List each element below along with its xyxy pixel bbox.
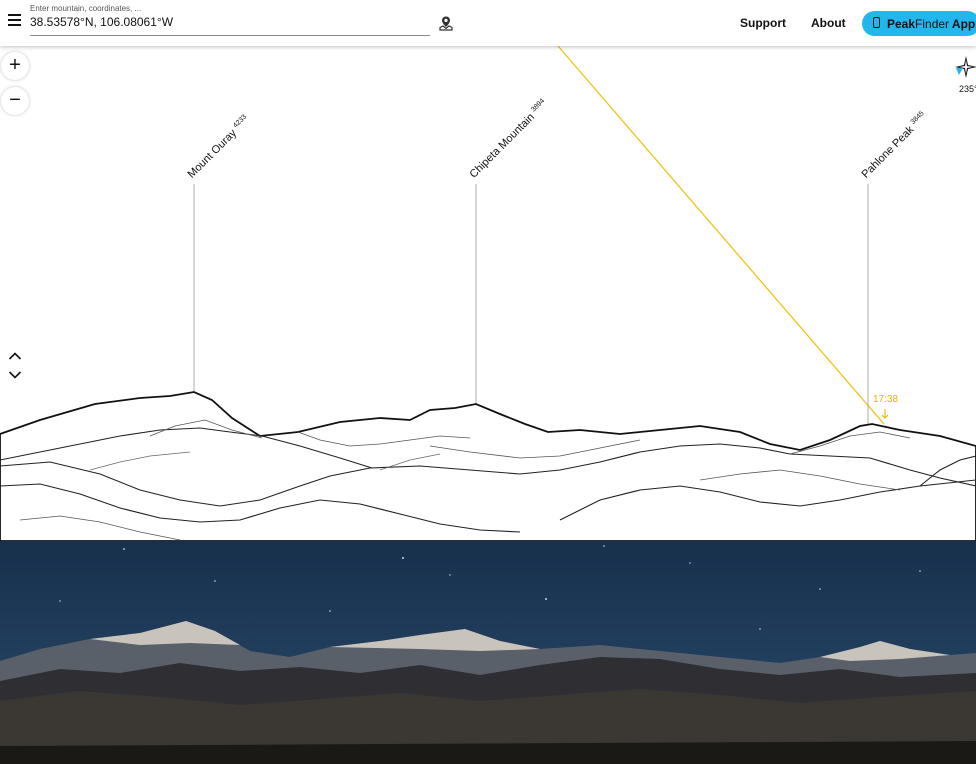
- search-input[interactable]: [30, 15, 425, 29]
- peakfinder-app-button[interactable]: PeakFinder App: [862, 11, 976, 36]
- panorama-view[interactable]: [0, 0, 976, 541]
- panorama-photo: [0, 541, 976, 764]
- top-bar: Enter mountain, coordinates, ... Support…: [0, 0, 976, 46]
- chevron-up-icon[interactable]: [8, 351, 22, 361]
- menu-icon[interactable]: [8, 14, 21, 28]
- compass-heading: 235°: [959, 84, 976, 94]
- about-link[interactable]: About: [811, 16, 846, 30]
- support-link[interactable]: Support: [740, 16, 786, 30]
- chevron-down-icon[interactable]: [8, 370, 22, 380]
- zoom-in-button[interactable]: +: [1, 52, 29, 80]
- search-hint: Enter mountain, coordinates, ...: [30, 4, 142, 13]
- app-button-label: PeakFinder App: [887, 17, 976, 31]
- zoom-out-button[interactable]: −: [1, 87, 29, 115]
- mountain-ridges: [0, 391, 976, 541]
- map-pin-icon[interactable]: [438, 15, 454, 31]
- phone-icon: [873, 17, 880, 28]
- sun-path-line: [557, 45, 885, 425]
- compass-icon[interactable]: [954, 55, 976, 79]
- search-box[interactable]: Enter mountain, coordinates, ...: [30, 3, 430, 36]
- sun-time-label: 17:38: [873, 394, 899, 405]
- sun-marker-icon: [881, 409, 889, 419]
